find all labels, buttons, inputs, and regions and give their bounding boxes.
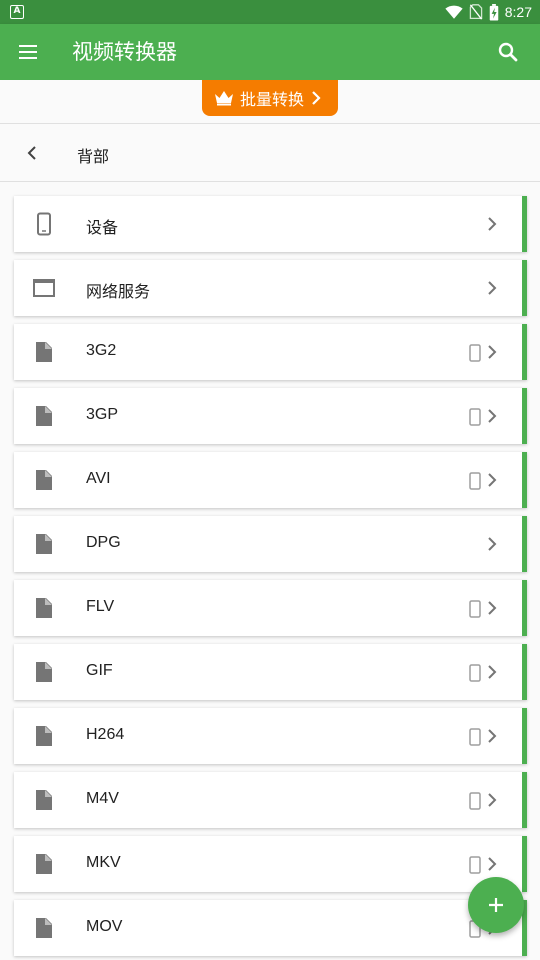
plus-icon (489, 898, 503, 912)
list-item-label: GIF (86, 662, 113, 679)
wifi-icon (445, 5, 463, 19)
file-icon (36, 406, 52, 426)
device-icon (469, 408, 481, 426)
list-item-label: 3G2 (86, 342, 117, 359)
add-button[interactable] (468, 877, 524, 933)
file-icon (36, 470, 52, 490)
list-item-label: MOV (86, 918, 123, 935)
list-item-3gp[interactable]: 3GP (14, 388, 527, 444)
chevron-right-icon (488, 857, 497, 871)
status-icons: 8:27 (445, 3, 532, 21)
chevron-left-icon (27, 146, 36, 160)
list-item-label: 3GP (86, 406, 119, 423)
promo-area: 批量转换 (0, 80, 540, 124)
chevron-right-icon (488, 729, 497, 743)
device-icon (469, 728, 481, 746)
file-icon (36, 918, 52, 938)
chevron-right-icon (488, 793, 497, 807)
window-icon (33, 279, 55, 297)
file-icon (36, 726, 52, 746)
list-item-mov[interactable]: MOV (14, 900, 527, 956)
no-sim-icon (469, 4, 482, 20)
chevron-right-icon (488, 473, 497, 487)
batch-convert-button[interactable]: 批量转换 (202, 80, 338, 116)
list-item-h264[interactable]: H264 (14, 708, 527, 764)
chevron-right-icon (488, 409, 497, 423)
chevron-right-icon (488, 217, 497, 231)
list-item-label: AVI (86, 470, 111, 487)
navigation-row: 背部 (0, 125, 540, 182)
chevron-right-icon (488, 537, 497, 551)
list-item-label: H264 (86, 726, 125, 743)
list-item-label: FLV (86, 598, 115, 615)
file-icon (36, 342, 52, 362)
list-item-mkv[interactable]: MKV (14, 836, 527, 892)
search-icon (498, 42, 518, 62)
back-button[interactable] (20, 141, 44, 165)
list-item-flv[interactable]: FLV (14, 580, 527, 636)
menu-button[interactable] (16, 40, 40, 64)
list-item-label: M4V (86, 790, 119, 807)
device-icon (469, 856, 481, 874)
list-item-label: DPG (86, 534, 121, 551)
chevron-right-icon (312, 91, 321, 105)
clock: 8:27 (504, 4, 532, 20)
device-icon (469, 600, 481, 618)
app-title: 视频转换器 (72, 40, 177, 64)
nav-title: 背部 (77, 147, 110, 166)
list-item-web-services[interactable]: 网络服务 (14, 260, 527, 316)
list-item-3g2[interactable]: 3G2 (14, 324, 527, 380)
format-list: 设备 网络服务 3G2 3GP AVI DPG FLV GIF H264 M4V… (14, 196, 527, 960)
app-bar: 视频转换器 (0, 24, 540, 80)
device-icon (469, 472, 481, 490)
list-item-label: 设备 (86, 220, 119, 237)
menu-icon (19, 45, 37, 59)
list-item-devices[interactable]: 设备 (14, 196, 527, 252)
chevron-right-icon (488, 665, 497, 679)
chevron-right-icon (488, 345, 497, 359)
file-icon (36, 790, 52, 810)
crown-icon (215, 91, 233, 106)
list-item-avi[interactable]: AVI (14, 452, 527, 508)
file-icon (36, 534, 52, 554)
list-item-dpg[interactable]: DPG (14, 516, 527, 572)
list-item-m4v[interactable]: M4V (14, 772, 527, 828)
status-bar: A 8:27 (0, 0, 540, 24)
batch-convert-label: 批量转换 (240, 90, 305, 109)
file-icon (36, 854, 52, 874)
phone-icon (37, 212, 51, 236)
device-icon (469, 664, 481, 682)
device-icon (469, 344, 481, 362)
search-button[interactable] (496, 40, 520, 64)
device-icon (469, 792, 481, 810)
chevron-right-icon (488, 281, 497, 295)
battery-charging-icon (489, 3, 498, 21)
chevron-right-icon (488, 601, 497, 615)
list-item-gif[interactable]: GIF (14, 644, 527, 700)
notification-a-icon: A (10, 5, 24, 19)
list-item-label: 网络服务 (86, 284, 151, 301)
file-icon (36, 662, 52, 682)
file-icon (36, 598, 52, 618)
list-item-label: MKV (86, 854, 121, 871)
